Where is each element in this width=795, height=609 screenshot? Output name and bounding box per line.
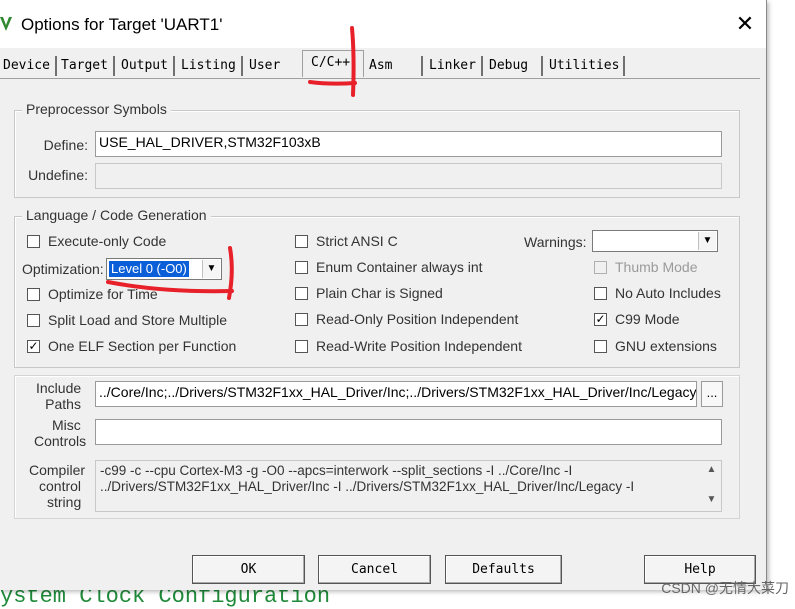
no-auto-includes-label: No Auto Includes <box>615 285 721 301</box>
tab-output[interactable]: Output <box>118 56 175 76</box>
one-elf-label: One ELF Section per Function <box>48 338 237 354</box>
scroll-down-icon[interactable]: ▼ <box>703 494 720 505</box>
csdn-watermark: CSDN @无情大菜刀 <box>661 580 789 596</box>
undefine-label: Undefine: <box>28 167 88 183</box>
ro-position-label: Read-Only Position Independent <box>316 311 519 327</box>
enum-container-checkbox[interactable] <box>295 261 308 274</box>
split-load-checkbox[interactable] <box>27 314 40 327</box>
title-bar[interactable]: Options for Target 'UART1' ✕ <box>0 0 766 48</box>
misc-controls-label: Misc Controls <box>34 417 87 449</box>
close-icon[interactable]: ✕ <box>732 10 758 38</box>
tab-target[interactable]: Target <box>58 56 115 76</box>
include-paths-label: Include Paths <box>36 380 82 412</box>
optimization-label: Optimization: <box>22 261 104 277</box>
options-dialog: Options for Target 'UART1' ✕ Device Targ… <box>0 0 767 590</box>
define-label: Define: <box>43 137 88 153</box>
compiler-control-label: Compiler control string <box>29 462 86 510</box>
language-group-title: Language / Code Generation <box>22 207 211 223</box>
thumb-mode-checkbox[interactable] <box>594 261 607 274</box>
strict-ansi-checkbox[interactable] <box>295 235 308 248</box>
split-load-label: Split Load and Store Multiple <box>48 312 227 328</box>
optimize-time-checkbox[interactable] <box>27 288 40 301</box>
execute-only-label: Execute-only Code <box>48 233 167 249</box>
ro-position-checkbox[interactable] <box>295 313 308 326</box>
window-title: Options for Target 'UART1' <box>21 15 223 34</box>
define-input[interactable]: USE_HAL_DRIVER,STM32F103xB <box>95 131 722 157</box>
keil-app-icon <box>0 17 12 31</box>
tab-asm[interactable]: Asm <box>366 56 423 76</box>
defaults-button[interactable]: Defaults <box>445 555 562 584</box>
thumb-mode-label: Thumb Mode <box>615 259 698 275</box>
undefine-input[interactable] <box>95 163 722 189</box>
tab-utilities[interactable]: Utilities <box>546 56 625 76</box>
cancel-button[interactable]: Cancel <box>318 555 431 584</box>
rw-position-label: Read-Write Position Independent <box>316 338 522 354</box>
optimization-select[interactable]: Level 0 (-O0) ▼ <box>106 258 222 280</box>
gnu-extensions-checkbox[interactable] <box>594 340 607 353</box>
enum-container-label: Enum Container always int <box>316 259 483 275</box>
rw-position-checkbox[interactable] <box>295 340 308 353</box>
one-elf-checkbox[interactable]: ✓ <box>27 340 40 353</box>
warnings-select[interactable]: ▼ <box>592 230 718 252</box>
execute-only-checkbox[interactable] <box>27 235 40 248</box>
include-paths-input[interactable]: ../Core/Inc;../Drivers/STM32F1xx_HAL_Dri… <box>95 381 697 407</box>
include-paths-browse-button[interactable]: ... <box>701 381 723 407</box>
tab-listing[interactable]: Listing <box>178 56 243 76</box>
checkmark-icon: ✓ <box>595 312 606 326</box>
tab-debug[interactable]: Debug <box>486 56 543 76</box>
optimize-time-label: Optimize for Time <box>48 286 158 302</box>
checkmark-icon: ✓ <box>28 339 39 353</box>
no-auto-includes-checkbox[interactable] <box>594 287 607 300</box>
c99-mode-label: C99 Mode <box>615 311 680 327</box>
optimization-selected-value: Level 0 (-O0) <box>109 261 189 277</box>
chevron-down-icon[interactable]: ▼ <box>698 232 716 250</box>
preprocessor-group-title: Preprocessor Symbols <box>22 101 171 117</box>
chevron-down-icon[interactable]: ▼ <box>202 260 220 278</box>
tab-user[interactable]: User <box>246 56 301 76</box>
warnings-label: Warnings: <box>524 234 587 250</box>
tab-linker[interactable]: Linker <box>426 56 483 76</box>
scroll-up-icon[interactable]: ▲ <box>703 464 720 475</box>
gnu-extensions-label: GNU extensions <box>615 338 717 354</box>
compiler-control-textarea[interactable]: -c99 -c --cpu Cortex-M3 -g -O0 --apcs=in… <box>95 460 722 512</box>
misc-controls-input[interactable] <box>95 419 722 445</box>
c99-mode-checkbox[interactable]: ✓ <box>594 313 607 326</box>
tab-device[interactable]: Device <box>0 56 57 76</box>
plain-char-checkbox[interactable] <box>295 287 308 300</box>
ok-button[interactable]: OK <box>192 555 305 584</box>
plain-char-label: Plain Char is Signed <box>316 285 443 301</box>
strict-ansi-label: Strict ANSI C <box>316 233 398 249</box>
tab-c-cpp[interactable]: C/C++ <box>302 50 364 77</box>
tab-divider <box>0 78 760 79</box>
